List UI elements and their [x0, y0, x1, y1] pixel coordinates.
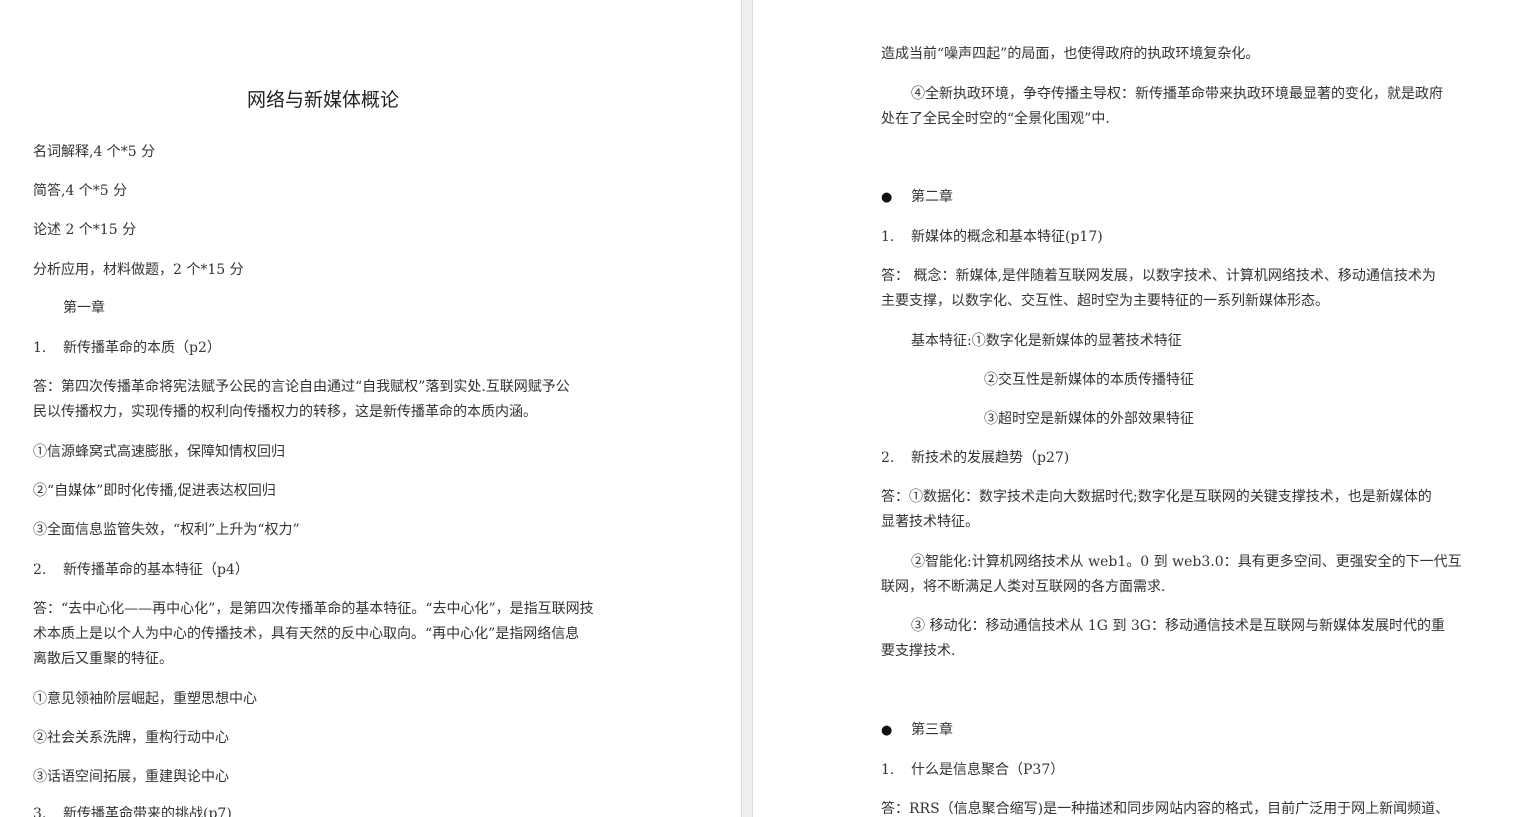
chapter-title: 第三章 [911, 722, 953, 738]
answer-line: 离散后又重聚的特征。 [33, 651, 173, 667]
answer-line: 要支撑技术. [881, 643, 956, 659]
question-number: 1. [33, 340, 47, 356]
question-heading: 1. 新传播革命的本质（p2） [33, 336, 221, 361]
question-number: 3. [33, 806, 47, 817]
feature-line: ②交互性是新媒体的本质传播特征 [984, 372, 1194, 388]
question-number: 1. [881, 229, 895, 245]
answer-point: ③全面信息监管失效，“权利”上升为“权力” [33, 522, 300, 538]
answer-line: 术本质上是以个人为中心的传播技术，具有天然的反中心取向。“再中心化”是指网络信息 [33, 626, 580, 642]
answer-line: 答：①数据化：数字技术走向大数据时代;数字化是互联网的关键支撑技术，也是新媒体的 [881, 489, 1432, 505]
answer-point: ①信源蜂窝式高速膨胀，保障知情权回归 [33, 444, 285, 460]
question-text: 新媒体的概念和基本特征(p17) [911, 229, 1103, 245]
answer-point: ③话语空间拓展，重建舆论中心 [33, 769, 229, 785]
question-heading: 1. 新媒体的概念和基本特征(p17) [881, 225, 1103, 250]
question-text: 新技术的发展趋势（p27) [911, 450, 1070, 466]
answer-line: 答：RRS（信息聚合缩写)是一种描述和同步网站内容的格式，目前广泛用于网上新闻频… [881, 801, 1450, 817]
answer-line: 处在了全民全时空的“全景化围观”中. [881, 111, 1110, 127]
exam-item: 简答,4 个*5 分 [33, 183, 128, 199]
question-number: 2. [881, 450, 895, 466]
chapter-heading: ● 第三章 [881, 718, 953, 743]
answer-line: ③ 移动化：移动通信技术从 1G 到 3G：移动通信技术是互联网与新媒体发展时代… [911, 618, 1445, 634]
feature-line: ③超时空是新媒体的外部效果特征 [984, 411, 1194, 427]
exam-item: 名词解释,4 个*5 分 [33, 144, 156, 160]
chapter-heading: ● 第二章 [881, 185, 953, 210]
exam-item: 论述 2 个*15 分 [33, 222, 137, 238]
question-heading: 3. 新传播革命带来的挑战(p7) [33, 802, 232, 817]
question-text: 什么是信息聚合（P37） [911, 762, 1065, 778]
chapter-title: 第二章 [911, 189, 953, 205]
answer-point: ②“自媒体”即时化传播,促进表达权回归 [33, 483, 276, 499]
answer-line: ④全新执政环境，争夺传播主导权：新传播革命带来执政环境最显著的变化，就是政府 [911, 86, 1443, 102]
question-heading: 2. 新传播革命的基本特征（p4） [33, 558, 249, 583]
answer-line: ②智能化:计算机网络技术从 web1。0 到 web3.0：具有更多空间、更强安… [911, 554, 1462, 570]
document-title: 网络与新媒体概论 [247, 89, 400, 111]
question-number: 2. [33, 562, 47, 578]
question-text: 新传播革命的基本特征（p4） [63, 562, 249, 578]
bullet-icon: ● [881, 190, 893, 205]
answer-point: ①意见领袖阶层崛起，重塑思想中心 [33, 691, 257, 707]
document-page-left: 网络与新媒体概论 名词解释,4 个*5 分 简答,4 个*5 分 论述 2 个*… [0, 0, 741, 817]
question-heading: 2. 新技术的发展趋势（p27) [881, 446, 1069, 471]
document-page-right: 造成当前“噪声四起”的局面，也使得政府的执政环境复杂化。 ④全新执政环境，争夺传… [753, 0, 1514, 817]
answer-line: 民以传播权力，实现传播的权利向传播权力的转移，这是新传播革命的本质内涵。 [33, 404, 537, 420]
answer-line: 答：第四次传播革命将宪法赋予公民的言论自由通过“自我赋权”落到实处.互联网赋予公 [33, 379, 570, 395]
question-heading: 1. 什么是信息聚合（P37） [881, 758, 1064, 783]
exam-item: 分析应用，材料做题，2 个*15 分 [33, 262, 244, 278]
question-text: 新传播革命带来的挑战(p7) [63, 806, 232, 817]
answer-line: 联网，将不断满足人类对互联网的各方面需求. [881, 579, 1166, 595]
answer-line: 答： 概念：新媒体,是伴随着互联网发展，以数字技术、计算机网络技术、移动通信技术… [881, 268, 1436, 284]
page-gutter [741, 0, 753, 817]
feature-line: 基本特征:①数字化是新媒体的显著技术特征 [911, 333, 1182, 349]
answer-line: 答：“去中心化——再中心化”，是第四次传播革命的基本特征。“去中心化”，是指互联… [33, 601, 594, 617]
question-text: 新传播革命的本质（p2） [63, 340, 221, 356]
bullet-icon: ● [881, 723, 893, 738]
question-number: 1. [881, 762, 895, 778]
answer-line: 显著技术特征。 [881, 514, 979, 530]
chapter-heading: 第一章 [63, 300, 105, 316]
answer-line: 主要支撑，以数字化、交互性、超时空为主要特征的一系列新媒体形态。 [881, 293, 1329, 309]
continuation-line: 造成当前“噪声四起”的局面，也使得政府的执政环境复杂化。 [881, 46, 1260, 62]
answer-point: ②社会关系洗牌，重构行动中心 [33, 730, 229, 746]
